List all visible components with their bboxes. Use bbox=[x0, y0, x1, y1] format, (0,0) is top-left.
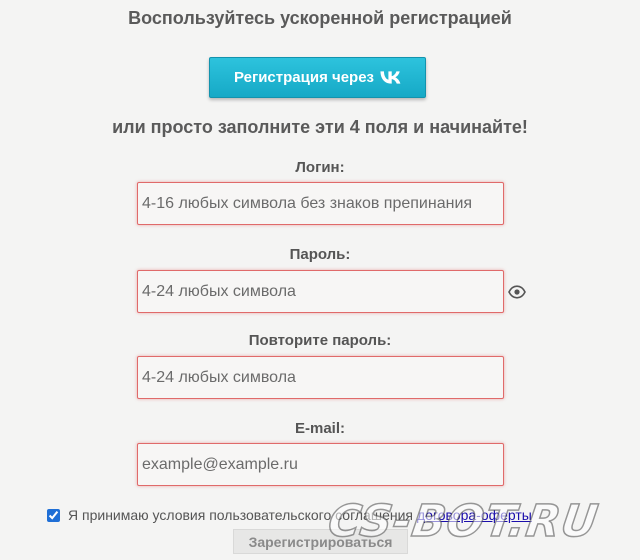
eye-icon[interactable] bbox=[508, 285, 526, 299]
password-label: Пароль: bbox=[289, 246, 351, 263]
vk-button-label: Регистрация через bbox=[233, 69, 374, 86]
password-input[interactable] bbox=[137, 270, 504, 313]
vk-logo-icon bbox=[380, 71, 401, 84]
email-input[interactable] bbox=[137, 443, 504, 486]
vk-registration-button[interactable]: Регистрация через bbox=[209, 57, 426, 98]
agreement-text: Я принимаю условия пользовательского сог… bbox=[68, 507, 413, 523]
login-input[interactable] bbox=[137, 182, 504, 225]
password-repeat-label: Повторите пароль: bbox=[248, 332, 392, 349]
agreement-row[interactable]: Я принимаю условия пользовательского сог… bbox=[47, 505, 532, 525]
email-label: E-mail: bbox=[294, 420, 345, 437]
password-repeat-input[interactable] bbox=[137, 356, 504, 399]
register-submit-button[interactable]: Зарегистрироваться bbox=[233, 529, 408, 554]
agreement-checkbox[interactable] bbox=[47, 508, 60, 522]
or-fill-fields-heading: или просто заполните эти 4 поля и начина… bbox=[112, 117, 528, 137]
fast-registration-heading: Воспользуйтесь ускоренной регистрацией bbox=[128, 8, 512, 28]
offer-agreement-link[interactable]: договора-оферты bbox=[417, 507, 532, 523]
login-label: Логин: bbox=[295, 159, 345, 176]
